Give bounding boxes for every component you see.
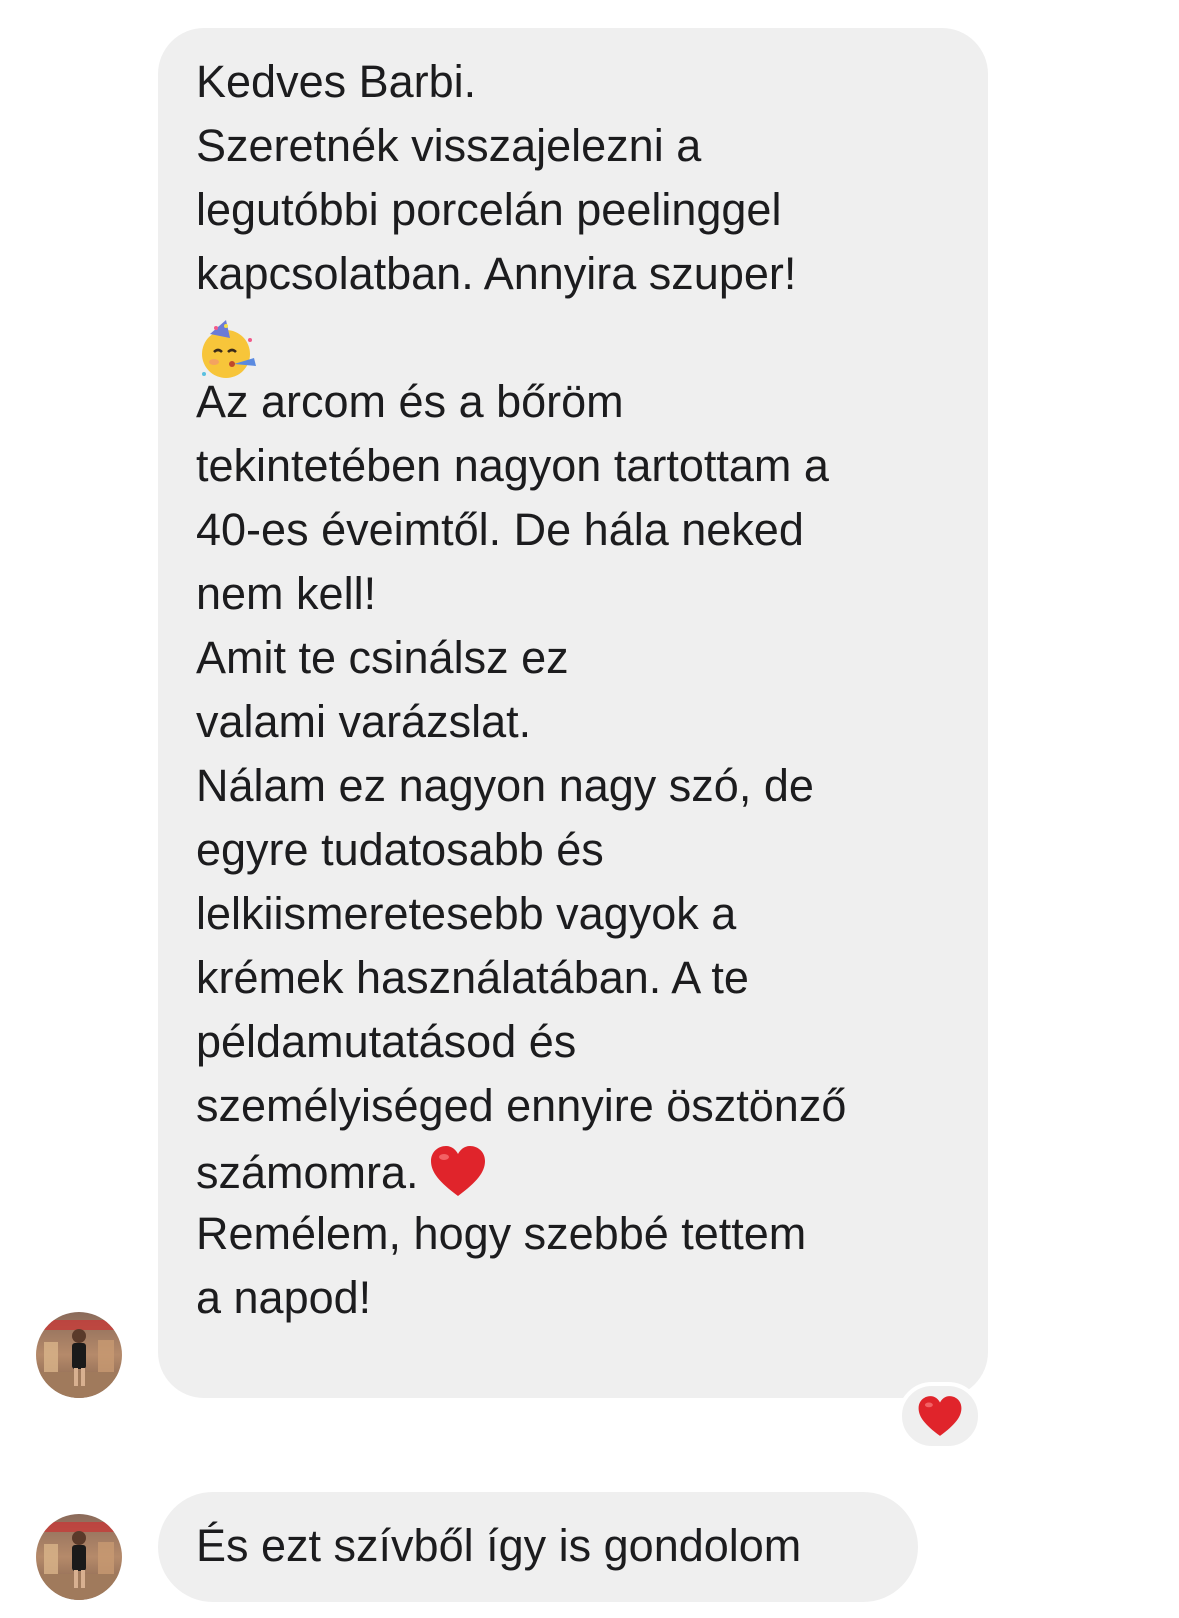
message-line: 40-es éveimtől. De hála neked (196, 504, 804, 555)
red-heart-icon (918, 1396, 962, 1436)
message-line: Remélem, hogy szebbé tettem (196, 1208, 807, 1259)
sender-avatar[interactable] (36, 1312, 122, 1398)
partying-face-icon (196, 318, 260, 382)
message-line: személyiséged ennyire ösztönző (196, 1080, 847, 1131)
message-line-with-heart: számomra. (196, 1144, 487, 1199)
sender-avatar[interactable] (36, 1514, 122, 1600)
message-line: Szeretnék visszajelezni a (196, 120, 702, 171)
message-line: példamutatásod és (196, 1016, 577, 1067)
message-line: Amit te csinálsz ez (196, 632, 569, 683)
message-line: tekintetében nagyon tartottam a (196, 440, 829, 491)
message-line: a napod! (196, 1272, 372, 1323)
message-line: nem kell! (196, 568, 377, 619)
message-line: krémek használatában. A te (196, 952, 749, 1003)
message-line: lelkiismeretesebb vagyok a (196, 888, 737, 939)
message-line: kapcsolatban. Annyira szuper! (196, 248, 797, 299)
message-line: Kedves Barbi. (196, 56, 477, 107)
avatar-photo (36, 1514, 122, 1600)
message-line: egyre tudatosabb és (196, 824, 604, 875)
message-line: számomra. (196, 1147, 419, 1198)
red-heart-icon (430, 1146, 485, 1196)
message-line: Nálam ez nagyon nagy szó, de (196, 760, 814, 811)
message-line: valami varázslat. (196, 696, 532, 747)
message-bubble[interactable]: És ezt szívből így is gondolom (158, 1492, 918, 1602)
reaction-badge[interactable] (898, 1382, 982, 1450)
message-line: Az arcom és a bőröm (196, 376, 624, 427)
message-text: És ezt szívből így is gondolom (196, 1520, 802, 1571)
message-line: legutóbbi porcelán peelinggel (196, 184, 782, 235)
avatar-photo (36, 1312, 122, 1398)
